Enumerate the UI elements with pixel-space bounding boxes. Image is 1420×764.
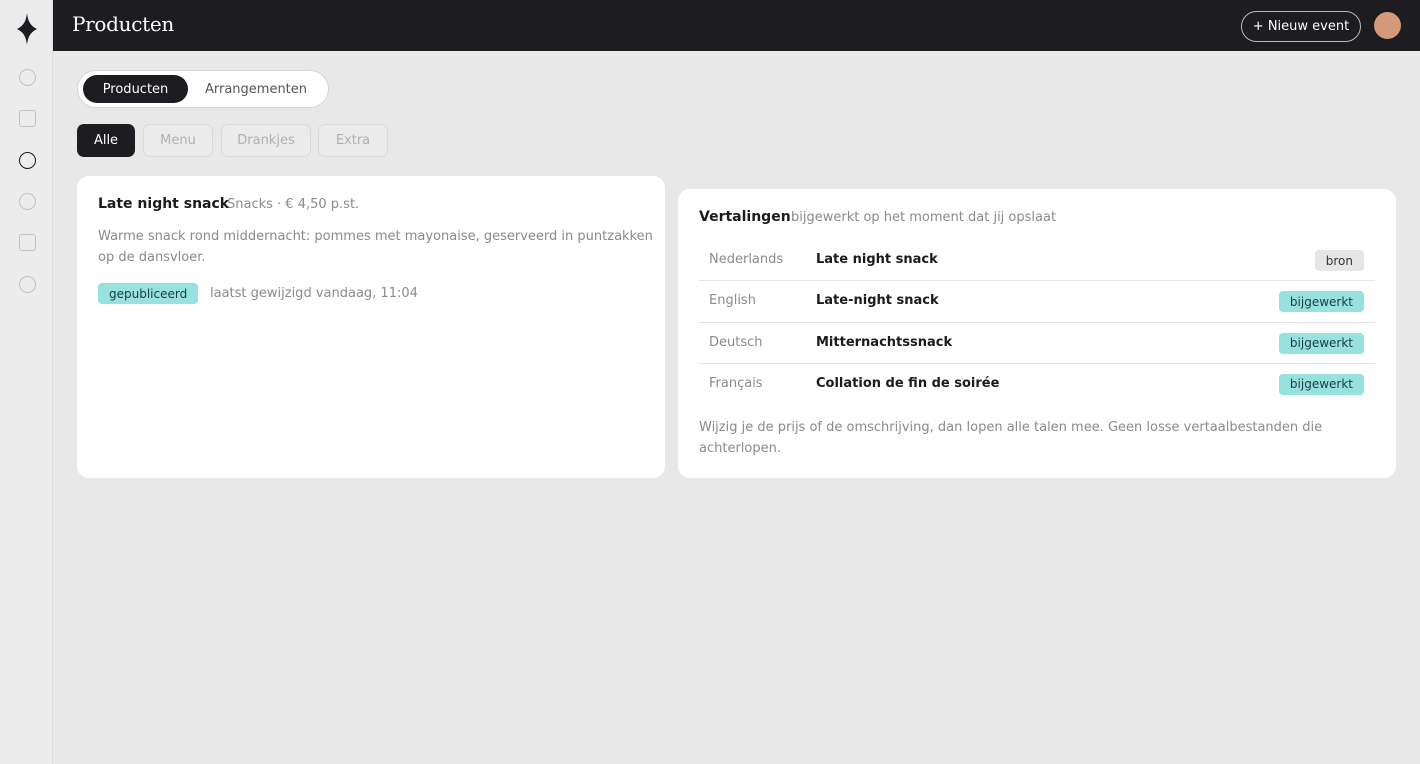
translations-title: Vertalingen bbox=[699, 209, 791, 225]
updated-badge: bijgewerkt bbox=[1278, 291, 1364, 313]
translation-row-de[interactable]: Deutsch Mitternachtssnack bijgewerkt bbox=[699, 323, 1375, 364]
status-badge: gepubliceerd bbox=[98, 283, 199, 304]
translations-table: Nederlands Late night snack bron English… bbox=[699, 240, 1375, 405]
translations-note: Wijzig je de prijs of de omschrijving, d… bbox=[699, 420, 1323, 456]
product-card[interactable]: Late night snack Snacks · € 4,50 p.st. W… bbox=[77, 176, 665, 478]
logo-icon[interactable] bbox=[17, 13, 37, 45]
last-edited-text: laatst gewijzigd vandaag, 11:04 bbox=[210, 286, 418, 301]
sidebar-item-3[interactable] bbox=[19, 152, 36, 169]
translation-row-en[interactable]: English Late-night snack bijgewerkt bbox=[699, 281, 1375, 323]
page-title: Producten bbox=[72, 12, 174, 36]
filter-alle[interactable]: Alle bbox=[77, 124, 135, 157]
translation-value: Late night snack bbox=[816, 252, 938, 267]
filter-menu[interactable]: Menu bbox=[143, 124, 213, 157]
filter-drankjes[interactable]: Drankjes bbox=[221, 124, 311, 157]
sidebar bbox=[0, 0, 53, 764]
tab-arrangementen[interactable]: Arrangementen bbox=[191, 75, 321, 103]
translation-row-fr[interactable]: Français Collation de fin de soirée bijg… bbox=[699, 364, 1375, 405]
translations-card: Vertalingen bijgewerkt op het moment dat… bbox=[678, 189, 1396, 478]
filter-extra[interactable]: Extra bbox=[318, 124, 388, 157]
updated-badge: bijgewerkt bbox=[1278, 332, 1364, 354]
translation-row-nl[interactable]: Nederlands Late night snack bron bbox=[699, 240, 1375, 282]
product-meta: Snacks · € 4,50 p.st. bbox=[227, 197, 360, 212]
sidebar-item-6[interactable] bbox=[19, 276, 36, 293]
translations-subtitle: bijgewerkt op het moment dat jij opslaat bbox=[791, 210, 1057, 225]
product-description: Warme snack rond middernacht: pommes met… bbox=[98, 229, 653, 265]
product-name: Late night snack bbox=[98, 196, 230, 212]
translation-value: Mitternachtssnack bbox=[816, 334, 953, 350]
tab-producten[interactable]: Producten bbox=[83, 75, 188, 103]
main-tabs: Producten Arrangementen bbox=[77, 70, 329, 108]
updated-badge: bijgewerkt bbox=[1278, 373, 1364, 395]
language-label: Français bbox=[709, 375, 763, 391]
language-label: Nederlands bbox=[709, 252, 784, 267]
sidebar-item-5[interactable] bbox=[19, 234, 36, 251]
translation-value: Collation de fin de soirée bbox=[816, 375, 1000, 391]
sidebar-item-2[interactable] bbox=[19, 110, 36, 127]
language-label: Deutsch bbox=[709, 334, 763, 350]
top-bar: Producten + Nieuw event bbox=[53, 0, 1420, 51]
translation-value: Late-night snack bbox=[816, 293, 939, 309]
sidebar-item-1[interactable] bbox=[19, 69, 36, 86]
source-badge: bron bbox=[1314, 250, 1364, 271]
sidebar-item-4[interactable] bbox=[19, 193, 36, 210]
new-event-button[interactable]: + Nieuw event bbox=[1241, 11, 1361, 42]
avatar[interactable] bbox=[1374, 12, 1401, 39]
language-label: English bbox=[709, 293, 756, 309]
